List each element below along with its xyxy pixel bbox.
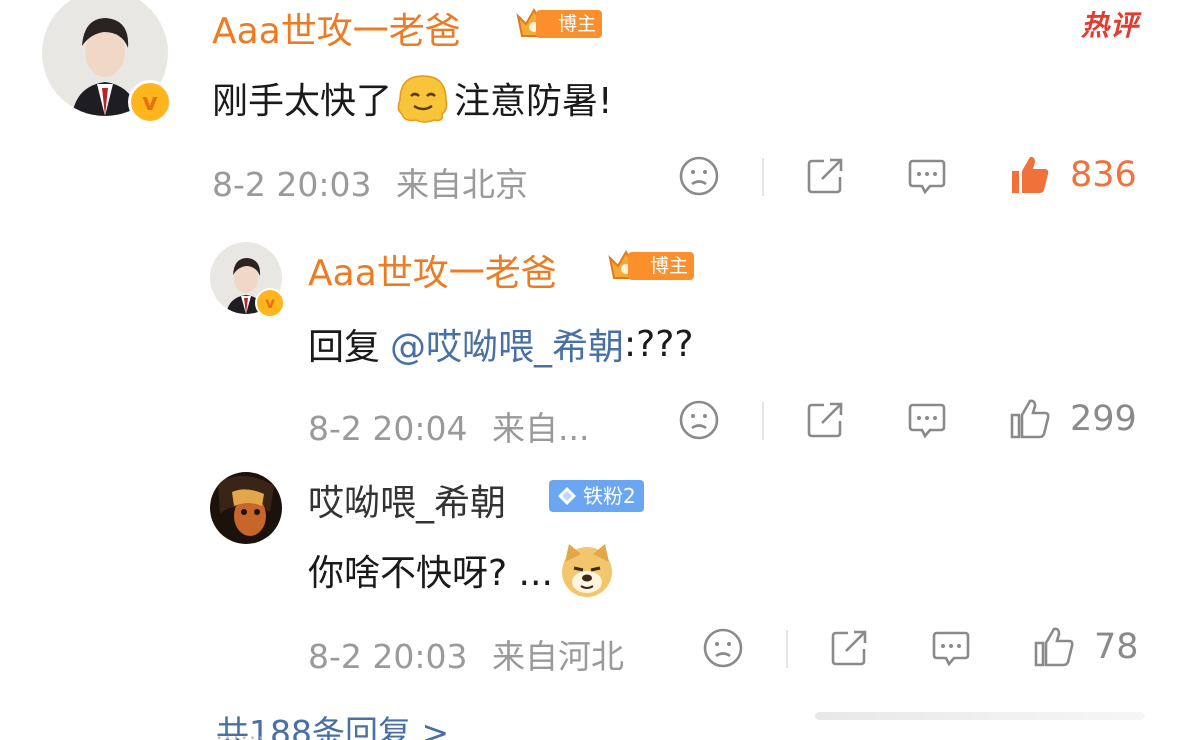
iron-fan-badge: 铁粉2 xyxy=(549,480,644,512)
blogger-badge: 博主 xyxy=(606,248,695,284)
timestamp: 8-2 20:04 xyxy=(308,409,468,448)
dislike-button[interactable] xyxy=(678,155,720,197)
like-count: 299 xyxy=(1070,399,1137,439)
comment-icon xyxy=(908,403,946,439)
divider xyxy=(762,158,764,196)
melting-face-icon xyxy=(397,75,448,123)
like-button[interactable]: 78 xyxy=(1032,625,1139,669)
reply-button[interactable] xyxy=(906,399,948,441)
dislike-button[interactable] xyxy=(702,627,744,669)
diamond-icon xyxy=(558,487,576,505)
share-icon xyxy=(831,630,867,666)
scroll-indicator xyxy=(815,712,1145,720)
thumbs-up-icon xyxy=(1034,627,1074,667)
blogger-badge: 博主 xyxy=(514,6,603,42)
sad-face-icon xyxy=(679,400,719,440)
comment-text: 刚手太快了 注意防暑! xyxy=(212,70,612,126)
verified-badge-icon: v xyxy=(128,80,172,124)
thumbs-up-filled-icon xyxy=(1012,156,1049,193)
comment-icon xyxy=(932,631,970,667)
share-icon xyxy=(807,402,843,438)
divider xyxy=(762,402,764,440)
author-name[interactable]: Aaa世攻一老爸 xyxy=(308,244,557,296)
dislike-button[interactable] xyxy=(678,399,720,441)
reply-button[interactable] xyxy=(930,627,972,669)
like-button[interactable]: 299 xyxy=(1008,397,1137,441)
reply-button[interactable] xyxy=(906,155,948,197)
doge-icon xyxy=(561,544,612,597)
share-button[interactable] xyxy=(828,627,870,669)
avatar[interactable] xyxy=(210,472,282,544)
divider xyxy=(786,630,788,668)
comment-text: 你啥不快呀? ... xyxy=(308,540,617,600)
author-name[interactable]: 哎呦喂_希朝 xyxy=(308,474,506,526)
author-name[interactable]: Aaa世攻一老爸 xyxy=(212,2,461,54)
thumbs-up-icon xyxy=(1010,399,1050,439)
comment-meta: 8-2 20:03 来自北京 xyxy=(212,158,528,206)
hot-comment-label: 热评 xyxy=(1080,9,1139,42)
comment-text: 回复 @哎呦喂_希朝 :??? xyxy=(308,318,693,370)
location: 来自北京 xyxy=(396,165,528,204)
mention-link[interactable]: @哎呦喂_希朝 xyxy=(390,318,624,370)
like-count: 836 xyxy=(1070,155,1137,195)
sad-face-icon xyxy=(679,156,719,196)
reply-item: 哎呦喂_希朝 铁粉2 你啥不快呀? ... 8-2 20:03 来自河北 78 xyxy=(0,466,1179,686)
like-button[interactable]: 836 xyxy=(1008,153,1137,197)
reply-item: v Aaa世攻一老爸 博主 回复 @哎呦喂_希朝 :??? 8-2 20:04 … xyxy=(0,236,1179,448)
location: 来自河北 xyxy=(492,637,624,676)
location: 来自... xyxy=(492,409,590,448)
comment-meta: 8-2 20:04 来自... xyxy=(308,402,589,450)
timestamp: 8-2 20:03 xyxy=(308,637,468,676)
timestamp: 8-2 20:03 xyxy=(212,165,372,204)
share-button[interactable] xyxy=(804,155,846,197)
sad-face-icon xyxy=(703,628,743,668)
comment-icon xyxy=(908,159,946,195)
share-icon xyxy=(807,158,843,194)
verified-badge-icon: v xyxy=(255,288,285,318)
thread-connector-dots: ······ xyxy=(216,726,267,740)
like-count: 78 xyxy=(1094,627,1139,667)
comment-meta: 8-2 20:03 来自河北 xyxy=(308,630,624,678)
main-comment: v Aaa世攻一老爸 博主 热评 刚手太快了 注意防暑! 8-2 20:03 来… xyxy=(0,0,1179,204)
share-button[interactable] xyxy=(804,399,846,441)
